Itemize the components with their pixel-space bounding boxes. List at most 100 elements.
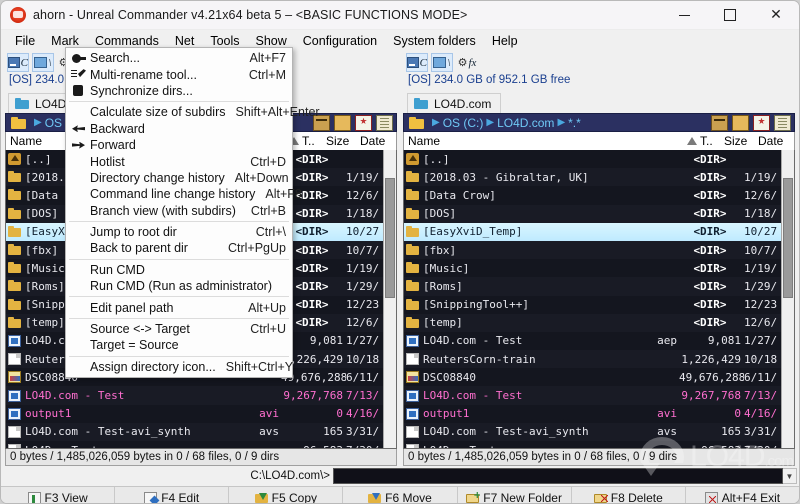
move-icon <box>368 492 382 503</box>
favorites-icon[interactable] <box>355 114 372 131</box>
file-row[interactable]: [DOS] <DIR> 1/18/ <box>404 204 794 223</box>
menu-item-run-cmd-run-as-administrator[interactable]: Run CMD (Run as administrator) <box>66 278 292 294</box>
file-row[interactable]: LO4D.com - Test 9,267,768 7/13/ <box>404 386 794 405</box>
file-size: <DIR> <box>693 188 727 202</box>
function-key-f8-delete[interactable]: F8 Delete <box>572 487 686 503</box>
function-key-alt-f4-exit[interactable]: Alt+F4 Exit <box>686 487 799 503</box>
command-input[interactable] <box>333 468 783 484</box>
menu-item-forward[interactable]: Forward <box>66 137 292 153</box>
left-col-type[interactable]: T.. <box>302 134 326 148</box>
file-row[interactable]: [2018.03 - Gibraltar, UK]<DIR>1/19/ <box>404 168 794 187</box>
file-row[interactable]: output1 avi 0 4/16/ <box>404 404 794 423</box>
right-drive-c-button[interactable]: C <box>406 53 428 72</box>
file-row[interactable]: LO4D - Test96,5837/30/ <box>404 441 794 448</box>
menu-item-accelerator: Shift+Ctrl+Y <box>225 359 294 374</box>
menu-file[interactable]: File <box>7 32 43 50</box>
branch-view-icon[interactable] <box>774 114 791 131</box>
menu-item-jump-to-root-dir[interactable]: Jump to root dir Ctrl+\ <box>66 224 292 240</box>
left-col-size[interactable]: Size <box>326 134 360 148</box>
menu-item-multi-rename-tool[interactable]: Multi-rename tool... Ctrl+M <box>66 66 292 82</box>
file-row[interactable]: LO4D.com - Test-avi_synth avs 165 3/31/ <box>404 422 794 441</box>
favorites-icon[interactable] <box>753 114 770 131</box>
right-path-segment-1[interactable]: LO4D.com <box>497 116 554 130</box>
minimize-button[interactable] <box>661 1 707 29</box>
menu-item-branch-view-with-subdirs[interactable]: Branch view (with subdirs) Ctrl+B <box>66 203 292 219</box>
function-key-f4-edit[interactable]: F4 Edit <box>115 487 230 503</box>
right-col-date[interactable]: Date <box>758 134 794 148</box>
right-col-size[interactable]: Size <box>724 134 758 148</box>
file-name: DSC08840 <box>423 370 476 384</box>
hotlist-icon[interactable] <box>732 114 749 131</box>
file-name: [Music] <box>423 261 470 275</box>
file-row[interactable]: [SnippingTool++]<DIR>12/23 <box>404 295 794 314</box>
file-row[interactable]: [Data Crow] <DIR> 12/6/ <box>404 186 794 205</box>
file-row[interactable]: [Music] <DIR> 1/19/ <box>404 259 794 278</box>
file-row[interactable]: [fbx] <DIR> 10/7/ <box>404 240 794 260</box>
menu-item-accelerator: Alt+Up <box>248 300 286 315</box>
menu-item-run-cmd[interactable]: Run CMD <box>66 262 292 278</box>
left-col-date[interactable]: Date <box>360 134 396 148</box>
sort-ascending-icon[interactable] <box>684 137 700 145</box>
menu-item-directory-change-history[interactable]: Directory change history Alt+Down <box>66 170 292 186</box>
function-key-f6-move[interactable]: F6 Move <box>343 487 458 503</box>
right-fx-button[interactable]: ⚙ fx <box>456 53 478 72</box>
sync-icon <box>70 84 87 97</box>
right-col-type[interactable]: T.. <box>700 134 724 148</box>
right-path-segment-0[interactable]: OS (C:) <box>443 116 484 130</box>
menu-item-calculate-size-of-subdirs[interactable]: Calculate size of subdirs Shift+Alt+Enter <box>66 104 320 120</box>
right-tab-lo4d[interactable]: LO4D.com <box>407 93 502 113</box>
menu-help[interactable]: Help <box>484 32 526 50</box>
file-row[interactable]: LO4D.com - Testaep9,0811/27/ <box>404 331 794 351</box>
function-key-f3-view[interactable]: F3 View <box>1 487 116 503</box>
close-button[interactable]: ✕ <box>753 1 799 29</box>
folder-icon <box>406 171 419 183</box>
file-row[interactable]: [..] <DIR> <box>404 150 794 169</box>
menu-item-back-to-parent-dir[interactable]: Back to parent dir Ctrl+PgUp <box>66 240 292 256</box>
left-network-button[interactable]: \ <box>32 53 54 72</box>
right-file-list[interactable]: [..] <DIR> [2018.03 - Gibraltar, UK] <DIR> 1… <box>403 150 795 449</box>
menu-separator <box>69 220 289 222</box>
menu-item-hotlist[interactable]: Hotlist Ctrl+D <box>66 153 292 169</box>
file-row[interactable]: output1 avi 0 4/16/ <box>6 404 396 423</box>
file-row[interactable]: [EasyXviD_Temp]<DIR>10/27 <box>404 222 794 241</box>
history-icon[interactable] <box>711 114 728 131</box>
file-row[interactable]: ReutersCorn-train1,226,42910/18 <box>404 350 794 369</box>
menu-item-backward[interactable]: Backward <box>66 121 292 137</box>
file-row[interactable]: [Roms] <DIR> 1/29/ <box>404 277 794 296</box>
right-network-button[interactable]: \ <box>431 53 453 72</box>
menu-system-folders[interactable]: System folders <box>385 32 484 50</box>
file-row[interactable]: LO4D - Test96,5837/30/ <box>6 441 396 448</box>
menu-item-synchronize-dirs[interactable]: Synchronize dirs... <box>66 83 292 99</box>
left-drive-c-button[interactable]: C <box>7 53 29 72</box>
file-name: LO4D.com - Test <box>423 389 523 403</box>
hotlist-icon[interactable] <box>334 114 351 131</box>
command-history-dropdown-icon[interactable]: ▼ <box>783 468 797 484</box>
right-path-bar[interactable]: ▶ OS (C:) ▶ LO4D.com ▶ *.* <box>403 113 795 132</box>
menu-item-label: Directory change history <box>90 170 225 185</box>
right-col-name[interactable]: Name <box>404 134 684 148</box>
left-scroll-thumb[interactable] <box>385 178 395 298</box>
menu-item-edit-panel-path[interactable]: Edit panel path Alt+Up <box>66 299 292 315</box>
menu-item-target-source[interactable]: Target = Source <box>66 337 292 353</box>
function-key-f7-new-folder[interactable]: F7 New Folder <box>458 487 572 503</box>
maximize-button[interactable] <box>707 1 753 29</box>
right-vertical-scrollbar[interactable] <box>781 150 794 448</box>
branch-view-icon[interactable] <box>376 114 393 131</box>
file-row[interactable]: [temp] <DIR> 12/6/ <box>404 313 794 332</box>
edit-icon <box>144 492 158 503</box>
menu-item-source-target[interactable]: Source <-> Target Ctrl+U <box>66 321 292 337</box>
left-vertical-scrollbar[interactable] <box>383 150 396 448</box>
function-key-f5-copy[interactable]: F5 Copy <box>229 487 344 503</box>
right-path-segment-2[interactable]: *.* <box>568 116 581 130</box>
file-row[interactable]: DSC08840 49,676,288 6/11/ <box>404 368 794 387</box>
menu-item-command-line-change-history[interactable]: Command line change history Alt+F8 <box>66 186 302 202</box>
file-row[interactable]: LO4D.com - Test-avi_synth avs 165 3/31/ <box>6 422 396 441</box>
menu-configuration[interactable]: Configuration <box>295 32 385 50</box>
file-size: <DIR> <box>693 225 727 239</box>
file-name: LO4D.com - Test <box>25 389 125 403</box>
right-scroll-thumb[interactable] <box>783 178 793 298</box>
file-row[interactable]: LO4D.com - Test 9,267,768 7/13/ <box>6 386 396 405</box>
commands-dropdown-menu[interactable]: Search... Alt+F7 Multi-rename tool... Ctrl+… <box>65 47 320 379</box>
menu-item-assign-directory-icon[interactable]: Assign directory icon... Shift+Ctrl+Y <box>66 359 294 375</box>
menu-item-search[interactable]: Search... Alt+F7 <box>66 50 292 66</box>
